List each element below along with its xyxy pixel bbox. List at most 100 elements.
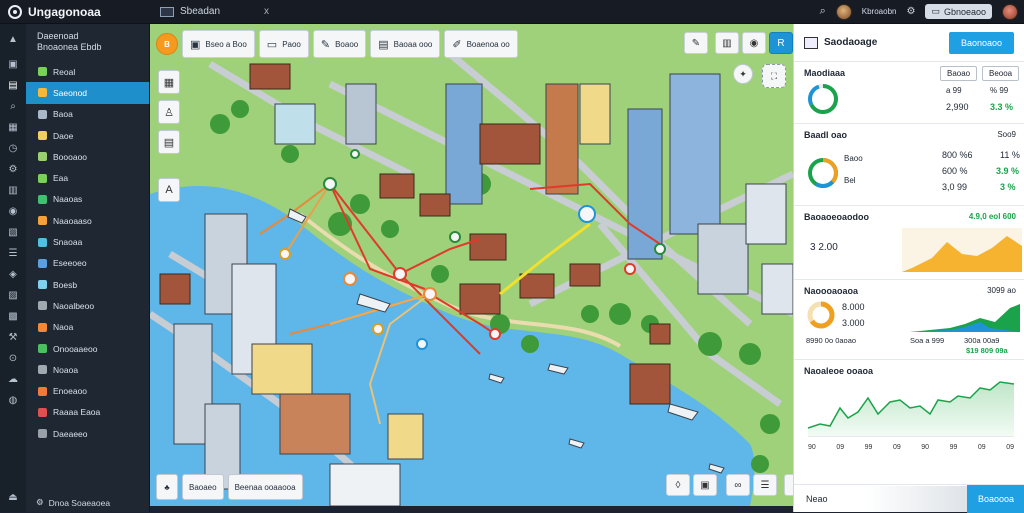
sidebar-item[interactable]: Eaa	[26, 167, 149, 188]
rail-item-clock[interactable]: ◷	[0, 138, 26, 159]
sidebar-item[interactable]: Boesb	[26, 274, 149, 295]
rail-item-chart[interactable]: ▨	[0, 285, 26, 306]
tree-icon[interactable]: ♣	[156, 474, 178, 500]
overview-button-2[interactable]: Beooa	[982, 66, 1020, 81]
sidebar-item[interactable]: Naaoaaso	[26, 210, 149, 231]
user-name[interactable]: Kbroaobn	[862, 7, 897, 16]
rail-item-help[interactable]: ◍	[0, 390, 26, 411]
breakdown-title: Baadl oao	[804, 130, 848, 140]
rail-item-tools[interactable]: ⚒	[0, 327, 26, 348]
trend-axis-tick: 09	[977, 444, 986, 451]
trend-axis-tick: 99	[864, 444, 873, 451]
app-title: Ungagonoaa	[28, 4, 101, 19]
panel-header-button[interactable]: Baonoaoo	[948, 31, 1014, 54]
sidebar-item[interactable]: Boooaoo	[26, 146, 149, 167]
list-icon[interactable]: ☰	[753, 474, 777, 496]
breakdown-corner: Soo9	[997, 130, 1016, 139]
toolbar-button[interactable]: ✎ Boaoo	[312, 30, 367, 58]
sidebar-item[interactable]: Raaaa Eaoa	[26, 402, 149, 423]
trend-axis-tick: 90	[808, 444, 816, 451]
sidebar-footer[interactable]: ⚙ Dnoa Soaeaoea	[36, 497, 110, 508]
tab-main[interactable]: Sbeadan x	[150, 0, 279, 24]
rail-item-data[interactable]: ▥	[0, 180, 26, 201]
map-side-tools: ▦ ♙ ▤ A	[158, 70, 180, 202]
sidebar-item-icon	[38, 109, 47, 119]
rail-item-pin[interactable]: ◈	[0, 264, 26, 285]
rail-item-map[interactable]: ▣	[0, 54, 26, 75]
sidebar-item[interactable]: Naoalbeoo	[26, 295, 149, 316]
rail-item-grid[interactable]: ▦	[0, 117, 26, 138]
link-icon[interactable]: ∞	[726, 474, 750, 496]
text-tool-icon[interactable]: A	[158, 178, 180, 202]
brush-icon[interactable]: ▥	[715, 32, 739, 54]
sidebar-item-icon	[38, 216, 47, 226]
tab-close-button[interactable]: x	[264, 6, 269, 17]
rail-item-cloud[interactable]: ☁	[0, 369, 26, 390]
map-bottom-button[interactable]: Baoaeo	[182, 474, 224, 500]
sidebar-item[interactable]: Reoal	[26, 61, 149, 82]
sidebar-item[interactable]: Daeaeeo	[26, 423, 149, 444]
sidebar-item[interactable]: Noaoa	[26, 359, 149, 380]
profile-button[interactable]: ▭ Gbnoeaoo	[925, 4, 992, 19]
sidebar-item-icon	[38, 258, 47, 268]
select-tool-button[interactable]: R	[769, 32, 793, 54]
toolbar-button[interactable]: ✐ Boaenoa oo	[444, 30, 518, 58]
rail-item-photo[interactable]: ▩	[0, 306, 26, 327]
trend-line-chart	[808, 381, 1014, 437]
sidebar-item[interactable]: Saeonod	[26, 82, 149, 104]
avatar[interactable]	[835, 3, 852, 20]
map-bottom-button[interactable]: Beenaa ooaaooa	[227, 474, 303, 500]
sidebar-item-label: Naaoaaso	[53, 215, 92, 226]
panel-footer-button[interactable]: Boaoooa	[967, 484, 1024, 513]
sidebar-item[interactable]: Naoa	[26, 317, 149, 338]
sidebar-item[interactable]: Naaoas	[26, 189, 149, 210]
toolbar-button[interactable]: ▤ Baoaa ooo	[370, 30, 441, 58]
search-icon[interactable]: ⌕	[820, 5, 826, 18]
settings-icon[interactable]: ⚙	[906, 6, 915, 17]
map-toolbar: B ▣ Bseo a Boo ▭ Paoo ✎ Boaoo ▤ Baoaa ooo ✐ Boaen…	[156, 30, 518, 58]
compass-icon[interactable]: ✦	[733, 64, 753, 84]
trend-axis-tick: 90	[921, 444, 930, 451]
brand: Ungagonoaa	[0, 4, 150, 19]
home-button[interactable]: B	[156, 33, 178, 55]
person-icon[interactable]: ♙	[158, 100, 180, 124]
fullscreen-button[interactable]: ⛶	[762, 64, 786, 88]
forecast-line-4: $19 809 09a	[966, 346, 1008, 355]
sidebar-item[interactable]: Daoe	[26, 125, 149, 146]
sidebar-item[interactable]: Baoa	[26, 104, 149, 125]
collapse-icon[interactable]: ▲	[0, 24, 26, 54]
toolbar-button[interactable]: ▭ Paoo	[258, 30, 309, 58]
sidebar-item-label: Saeonod	[53, 87, 88, 98]
toolbar-button[interactable]: ▣ Bseo a Boo	[182, 30, 255, 58]
pin-icon[interactable]: ◊	[666, 474, 690, 496]
sidebar-item-icon	[38, 344, 47, 353]
sidebar-item[interactable]: Snaoaa	[26, 231, 149, 252]
app-root: Ungagonoaa Sbeadan x ⌕ Kbroaobn ⚙ ▭ Gbno…	[0, 0, 1024, 513]
sidebar-item[interactable]: Onooaaeoo	[26, 338, 149, 359]
sidebar-item[interactable]: Enoeaoo	[26, 380, 149, 401]
camera-icon[interactable]: ◉	[742, 32, 766, 54]
building-icon[interactable]: ▦	[158, 70, 180, 94]
sidebar-item-label: Enoeaoo	[53, 386, 88, 397]
city-map[interactable]: ✦ ⛶	[150, 24, 793, 506]
layer-toggle-icon[interactable]: ▣	[693, 474, 717, 496]
overview-button-1[interactable]: Baoao	[940, 66, 978, 81]
rail-item-search[interactable]: ⌕	[0, 96, 26, 117]
toolbar-icon: ▤	[378, 38, 389, 51]
rail-item-filter[interactable]: ▧	[0, 222, 26, 243]
ruler-icon[interactable]: ✎	[684, 32, 708, 54]
breakdown-value-2: 600 %	[942, 166, 968, 176]
rail-item-list[interactable]: ☰	[0, 243, 26, 264]
layers-icon[interactable]: ▤	[158, 130, 180, 154]
rail-item-share[interactable]: ⊙	[0, 348, 26, 369]
trend-section: Naoaleoe ooaoa 90 09 99 09 90 99 09 09	[794, 360, 1024, 458]
rail-item-layers[interactable]: ▤	[0, 75, 26, 96]
rail-item-gear[interactable]: ⚙	[0, 159, 26, 180]
rail-item-exit[interactable]: ⏏	[0, 487, 26, 508]
sidebar-item[interactable]: Eseeoeo	[26, 253, 149, 274]
rail-item-user[interactable]: ◉	[0, 201, 26, 222]
sidebar-item-icon	[38, 237, 47, 247]
sidebar-footer-label: Dnoa Soaeaoea	[48, 497, 111, 508]
forecast-corner: 3099 ao	[987, 286, 1016, 295]
profile-avatar[interactable]	[1002, 3, 1018, 20]
